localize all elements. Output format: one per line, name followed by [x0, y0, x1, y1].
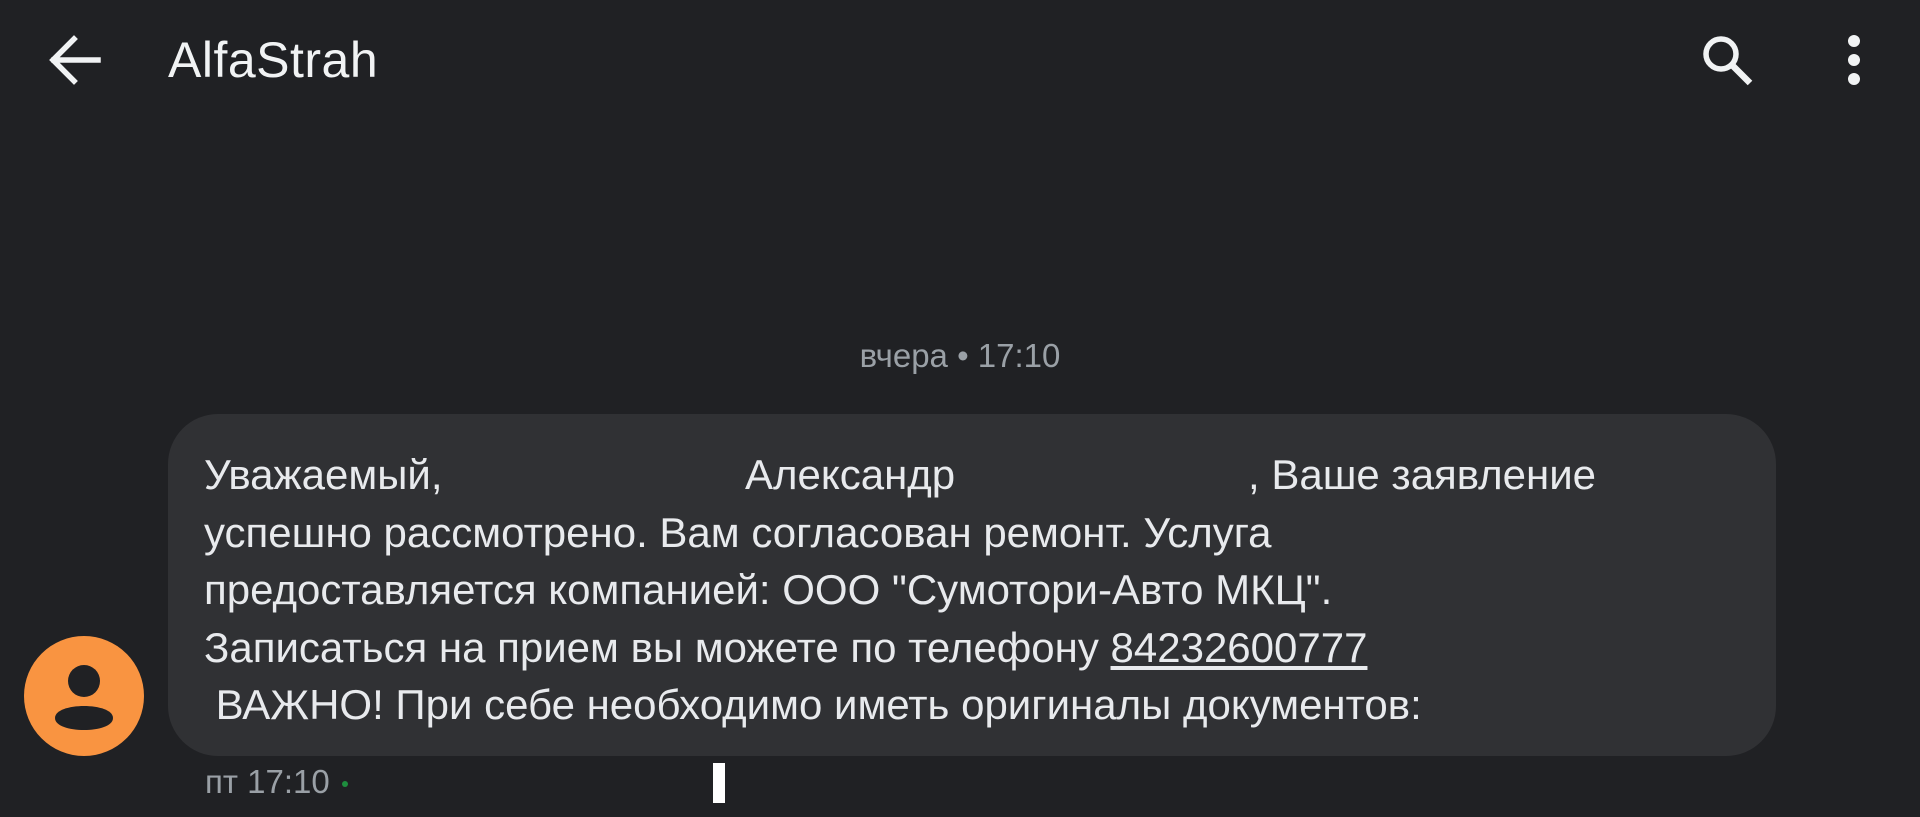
message-line-1-end: , Ваше заявление: [1248, 451, 1597, 498]
conversation-screen: AlfaStrah вчера • 17:10 Уважаемый, Алекс: [0, 0, 1920, 817]
arrow-left-icon: [49, 35, 101, 85]
delivery-status-icon: [341, 781, 348, 788]
back-button[interactable]: [48, 30, 118, 90]
phone-number-link[interactable]: 84232600777: [1111, 624, 1368, 671]
conversation-title: AlfaStrah: [168, 32, 379, 88]
message-line-2: успешно рассмотрено. Вам согласован ремо…: [204, 508, 1272, 556]
message-bubble[interactable]: Уважаемый, Александр , Ваше заявление ус…: [168, 414, 1776, 756]
message-recipient-name: Александр: [745, 451, 956, 498]
app-bar: AlfaStrah: [0, 0, 1920, 120]
message-line-5: ВАЖНО! При себе необходимо иметь оригина…: [204, 681, 1422, 728]
message-time: пт 17:10: [205, 763, 330, 800]
more-vert-icon: [1848, 35, 1860, 85]
message-line-4-text: Записаться на прием вы можете по телефон…: [204, 623, 1111, 671]
search-button[interactable]: [1695, 28, 1759, 92]
more-options-button[interactable]: [1830, 28, 1878, 92]
text-cursor: [713, 763, 725, 803]
message-timestamp: пт 17:10: [205, 762, 348, 802]
message-line-1: Уважаемый, Александр , Ваше заявление: [204, 446, 1740, 504]
date-divider: вчера • 17:10: [859, 337, 1061, 374]
search-icon: [1703, 36, 1753, 86]
message-line-4: Записаться на прием вы можете по телефон…: [204, 619, 1740, 677]
sender-avatar[interactable]: [24, 636, 144, 756]
message-greeting: Уважаемый,: [204, 451, 443, 498]
person-icon: [55, 665, 113, 730]
message-line-3: предоставляется компанией: ООО "Сумотори…: [204, 566, 1333, 613]
